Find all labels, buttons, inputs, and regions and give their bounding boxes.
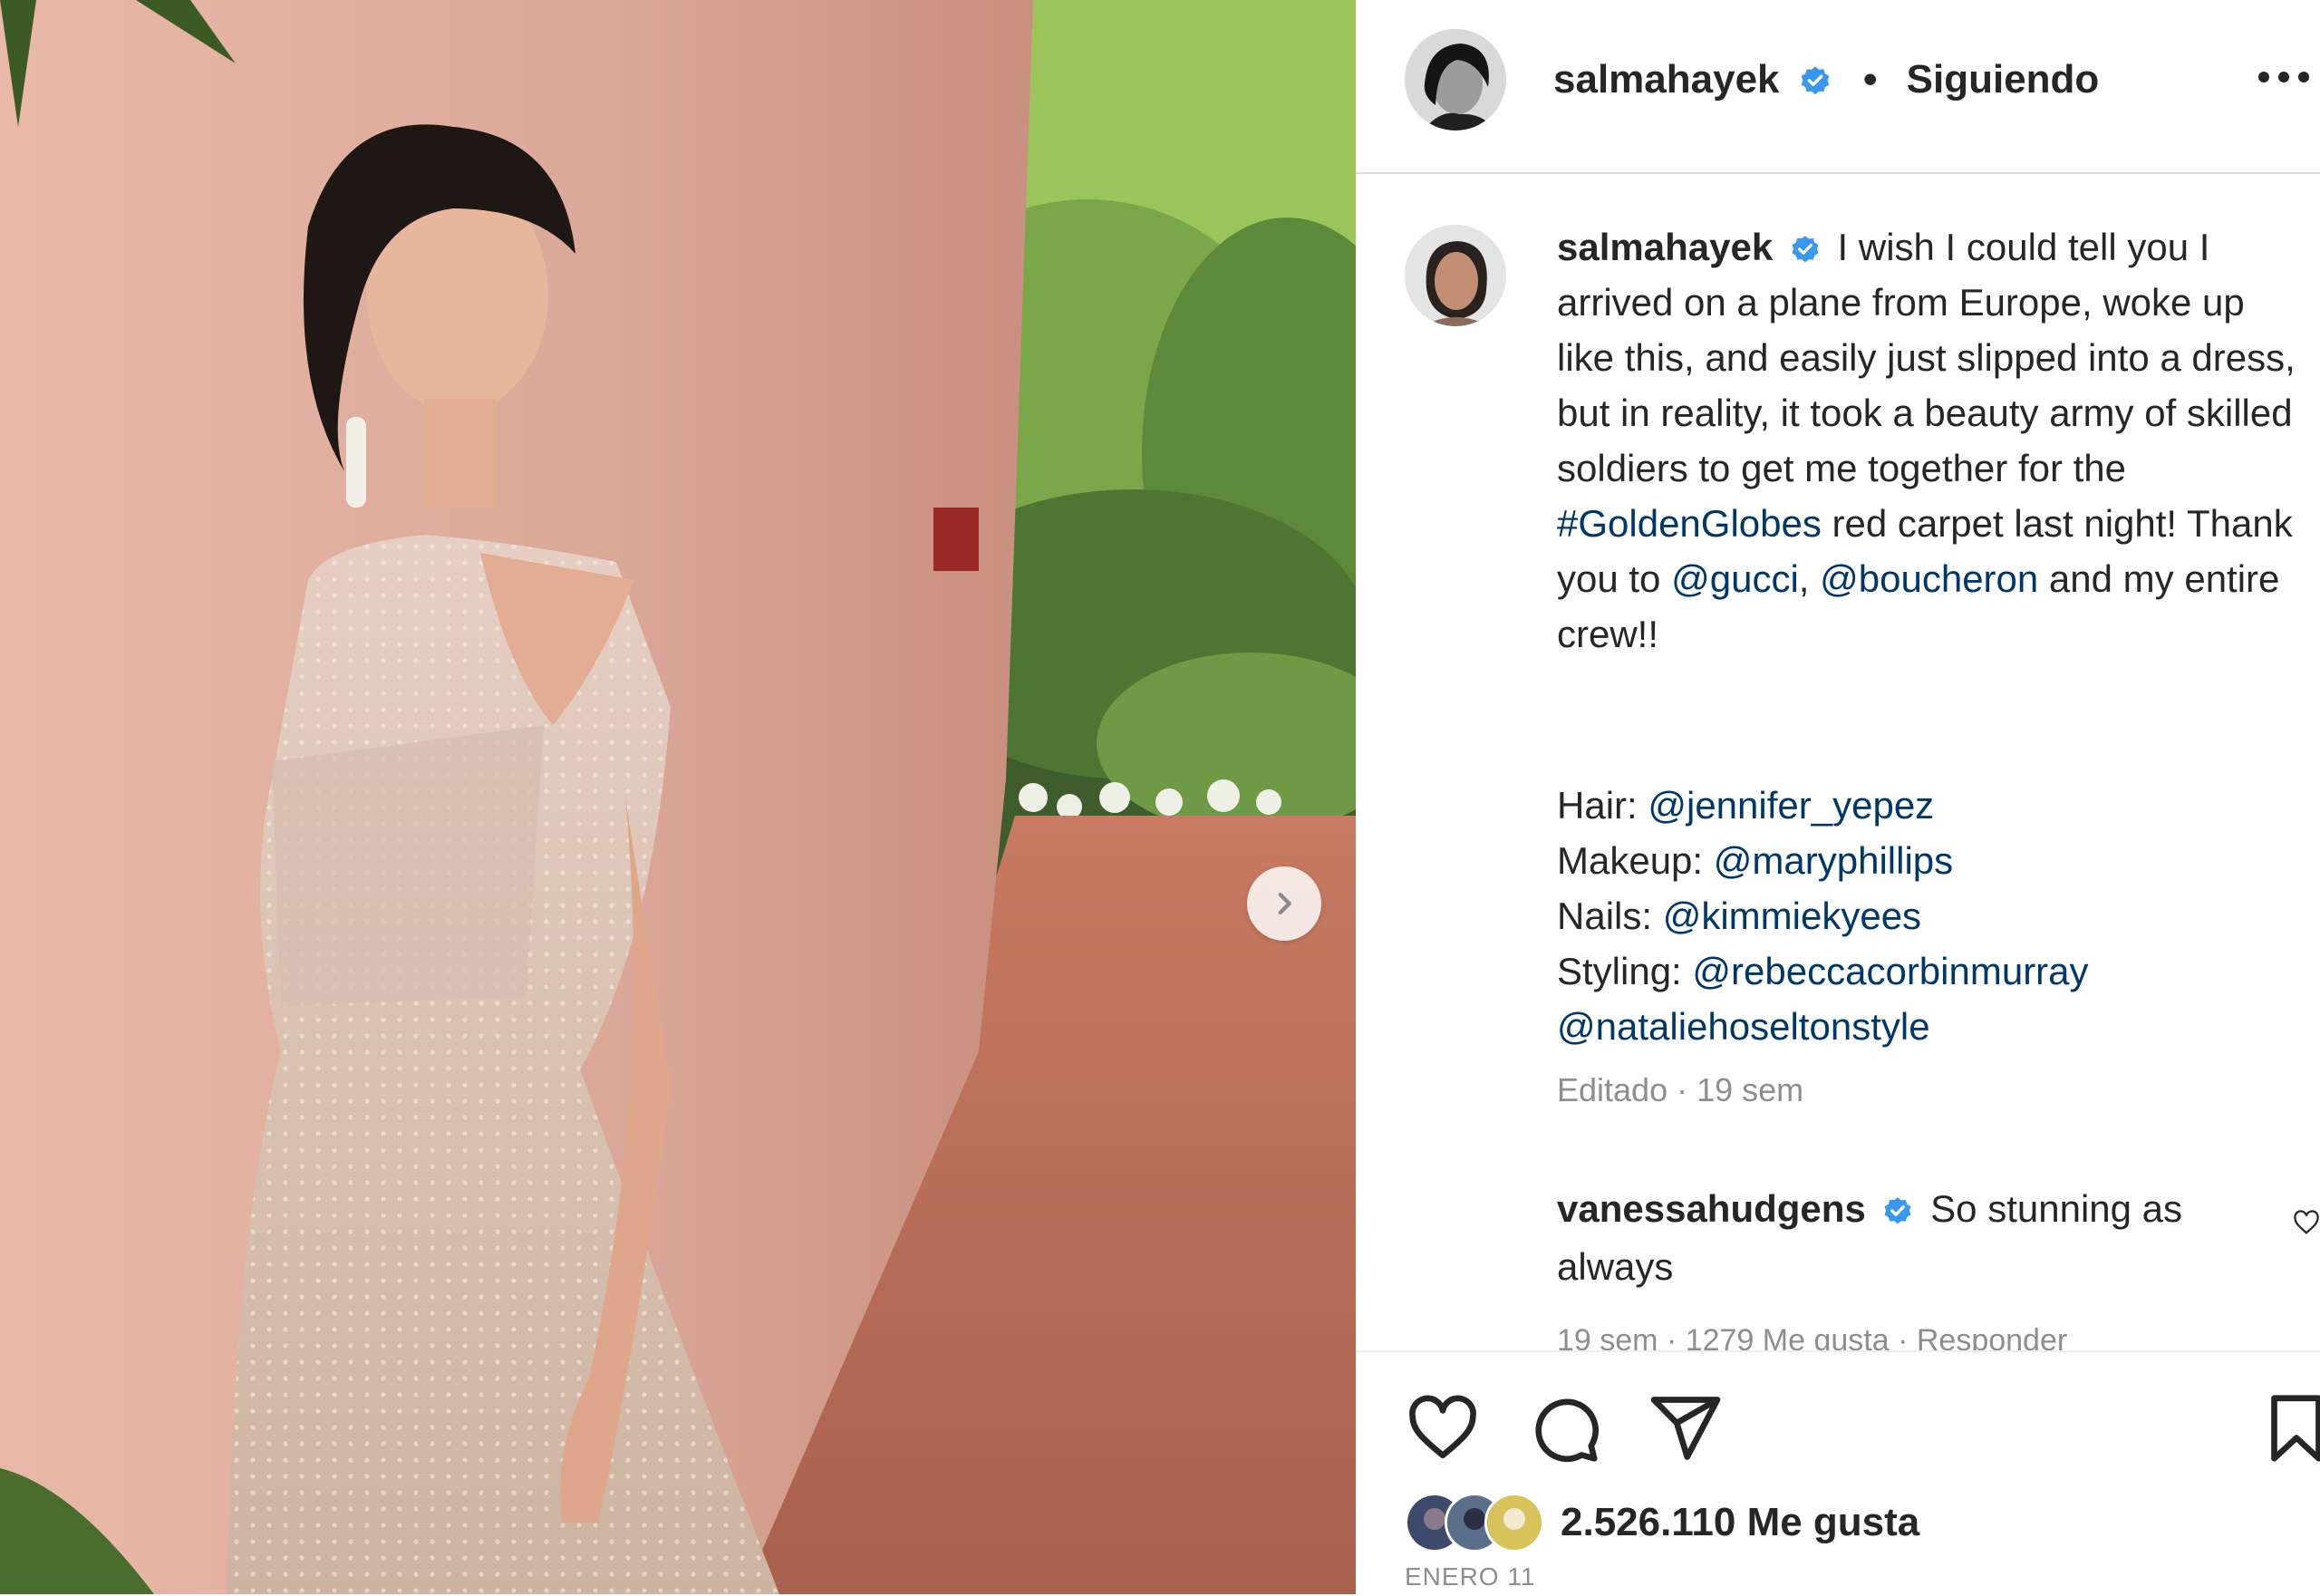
post-date: ENERO 11 <box>1405 1562 1536 1591</box>
credit-handle-link[interactable]: @kimmiekyees <box>1663 895 1921 937</box>
more-options-icon[interactable] <box>2248 63 2320 91</box>
commenter-avatar[interactable] <box>1405 225 1506 326</box>
commenter-username[interactable]: vanessahudgens <box>1557 1187 1866 1230</box>
hashtag-link[interactable]: #GoldenGlobes <box>1557 502 1822 545</box>
next-photo-button[interactable] <box>1247 866 1321 941</box>
post-caption-area: salmahayek I wish I could tell you I arr… <box>1356 172 2320 1350</box>
credit-handle-link[interactable]: @jennifer_yepez <box>1648 784 1934 827</box>
post-photo[interactable] <box>0 0 1356 1594</box>
post-image <box>0 0 1356 1594</box>
mention-gucci-link[interactable]: @gucci <box>1671 557 1799 600</box>
caption-text: salmahayek I wish I could tell you I arr… <box>1557 219 2300 662</box>
chevron-right-icon <box>1278 892 1291 915</box>
liker-avatar <box>1484 1493 1544 1552</box>
verified-badge-icon <box>1801 66 1830 95</box>
comment-like-heart-icon[interactable] <box>2293 1209 2320 1236</box>
caption-body-3: , <box>1798 557 1821 600</box>
credit-handle-link[interactable]: @maryphillips <box>1714 839 1953 882</box>
credit-line: Hair: @jennifer_yepez <box>1557 778 2300 833</box>
likes-summary[interactable]: 2.526.110 Me gusta <box>1405 1490 1919 1555</box>
post-header: salmahayek • Siguiendo <box>1356 0 2320 174</box>
mention-boucheron-link[interactable]: @boucheron <box>1820 557 2038 600</box>
credit-label: Makeup: <box>1557 839 1714 882</box>
comment-meta: 19 sem · 1279 Me gusta · Responder <box>1557 1323 2068 1350</box>
author-avatar[interactable] <box>1405 29 1506 131</box>
verified-badge-icon <box>1792 236 1819 263</box>
credit-label: Nails: <box>1557 895 1663 937</box>
header-separator: • <box>1863 57 1878 102</box>
credit-line: @natalieh​oseltonstyle <box>1557 999 2300 1054</box>
likes-count-text[interactable]: 2.526.110 Me gusta <box>1561 1500 1919 1545</box>
credit-line: Nails: @kimmiekyees <box>1557 888 2300 943</box>
header-username[interactable]: salmahayek <box>1553 57 1780 102</box>
credit-handle-link[interactable]: @natalieh​oseltonstyle <box>1557 1005 1930 1048</box>
credit-handle-link[interactable]: @rebeccacorbinmurray <box>1692 950 2088 992</box>
heart-icon[interactable] <box>1405 1390 1481 1466</box>
caption-credits: Hair: @jennifer_yepez Makeup: @maryphill… <box>1557 778 2300 1054</box>
comment-text: vanessahudgens So stunning as always <box>1557 1180 2246 1296</box>
credit-line: Styling: @rebeccacorbinmurray <box>1557 943 2300 999</box>
credit-label: Hair: <box>1557 784 1648 827</box>
header-username-row: salmahayek • Siguiendo <box>1553 53 2099 107</box>
likes-count: 2.526.110 <box>1561 1500 1736 1544</box>
credit-line: Makeup: @maryphillips <box>1557 833 2300 888</box>
post-side-panel: salmahayek • Siguiendo salmahayek I wish… <box>1356 0 2320 1596</box>
verified-badge-icon <box>1884 1197 1912 1224</box>
send-icon[interactable] <box>1648 1390 1724 1466</box>
credit-label: Styling: <box>1557 950 1693 992</box>
post-actions-bar: 2.526.110 Me gusta ENERO 11 <box>1356 1350 2320 1596</box>
following-button[interactable]: Siguiendo <box>1907 57 2100 102</box>
caption-username[interactable]: salmahayek <box>1557 226 1773 268</box>
comment-icon[interactable] <box>1526 1390 1602 1466</box>
likes-label: Me gusta <box>1746 1500 1920 1544</box>
bookmark-icon[interactable] <box>2258 1390 2320 1466</box>
caption-meta: Editado · 19 sem <box>1557 1071 1804 1108</box>
